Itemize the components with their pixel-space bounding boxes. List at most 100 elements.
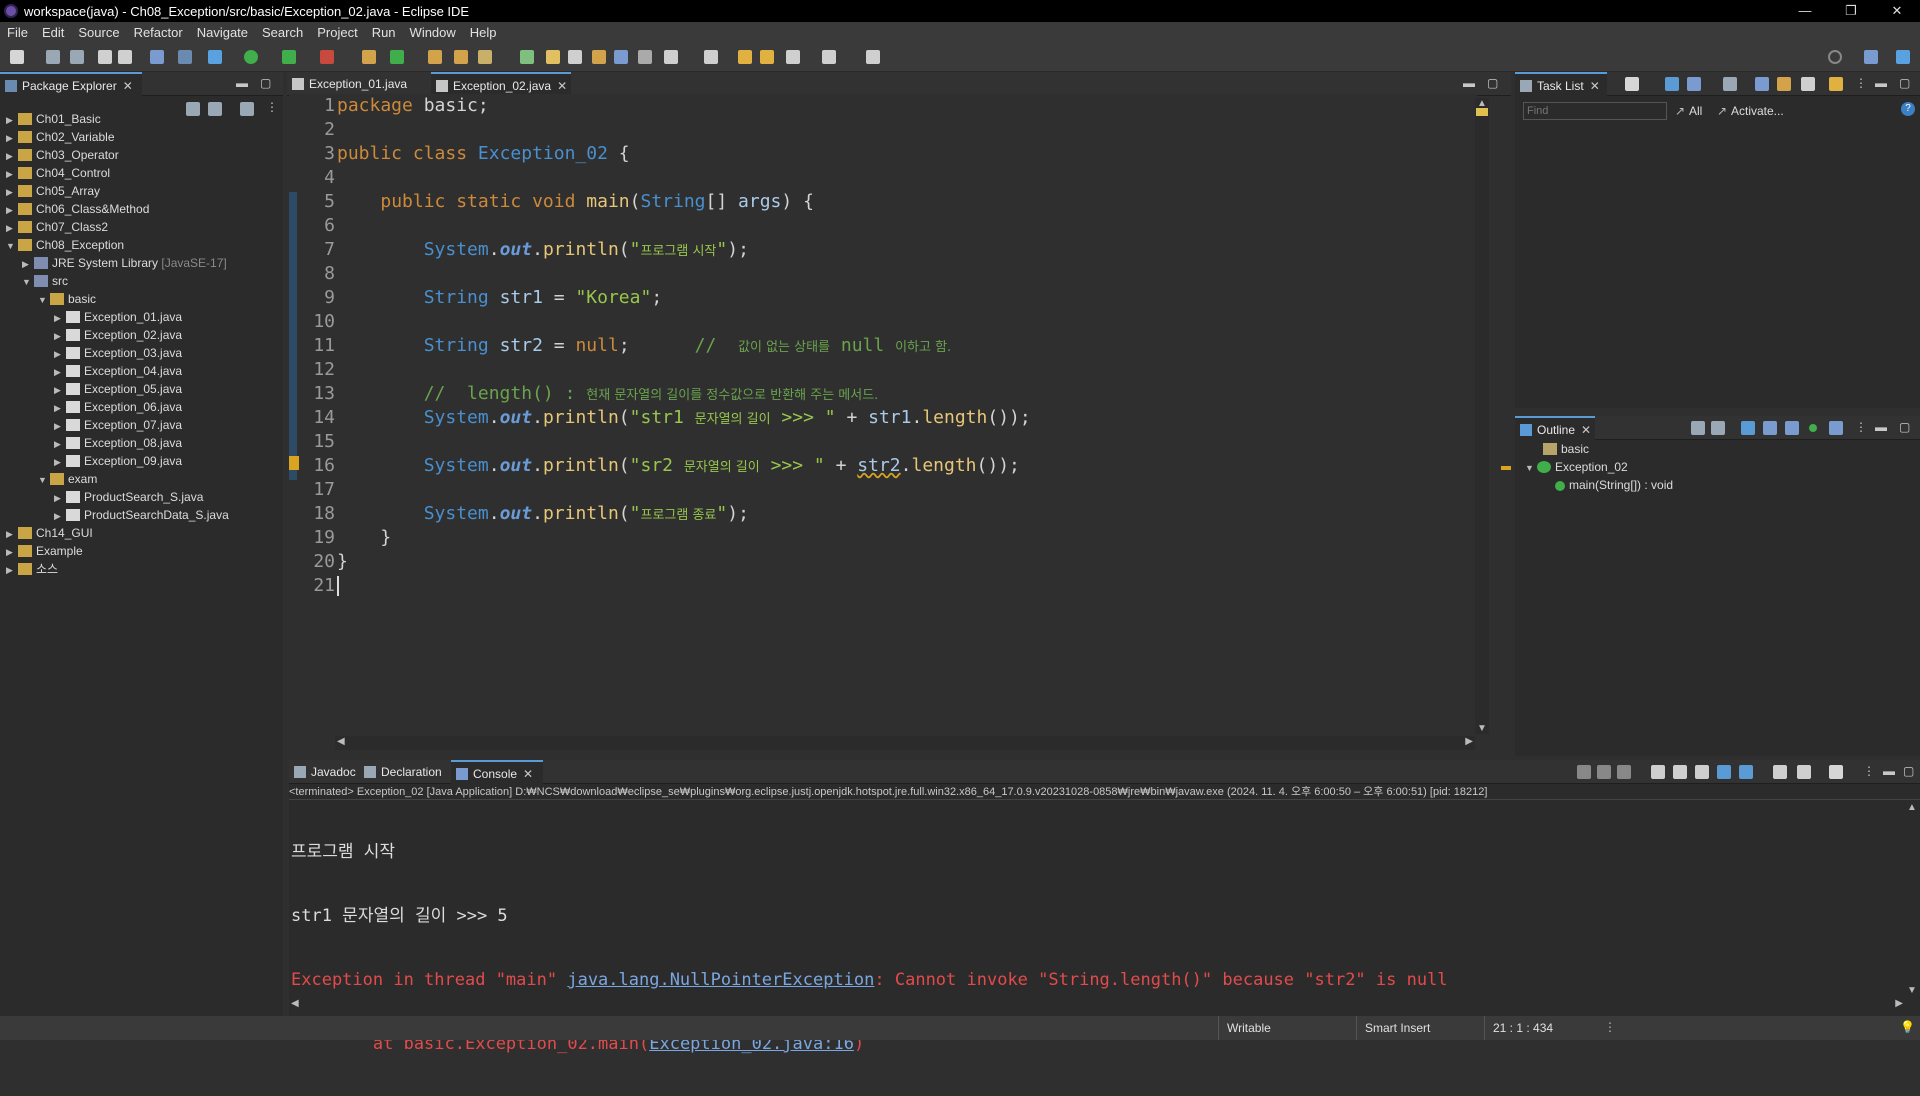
menu-search[interactable]: Search <box>255 25 310 40</box>
tree-item[interactable]: ▶ ProductSearch_S.java <box>54 488 203 506</box>
new-java-project-icon[interactable] <box>362 50 376 64</box>
chevron-down-icon[interactable]: ▼ <box>6 237 18 255</box>
activate-link[interactable]: Activate... <box>1731 104 1784 118</box>
chevron-right-icon[interactable]: ▶ <box>6 543 18 561</box>
close-icon[interactable]: ✕ <box>557 79 567 93</box>
tab-outline[interactable]: Outline ✕ <box>1515 416 1595 440</box>
tree-item[interactable]: ▶ Exception_09.java <box>54 452 182 470</box>
scheduled-icon[interactable] <box>1687 77 1701 91</box>
view-menu-icon[interactable]: ⋮ <box>1863 764 1875 778</box>
tree-item[interactable]: ▶ Ch03_Operator <box>6 146 119 164</box>
pin-console-icon[interactable] <box>1773 765 1787 779</box>
menu-file[interactable]: File <box>0 25 35 40</box>
maximize-icon[interactable]: ▢ <box>1487 76 1498 90</box>
tree-item[interactable]: ▶ Exception_01.java <box>54 308 182 326</box>
chevron-right-icon[interactable]: ▶ <box>6 183 18 201</box>
tree-item[interactable]: ▶ Exception_04.java <box>54 362 182 380</box>
maximize-icon[interactable]: ▢ <box>1899 420 1910 434</box>
hide-completed-icon[interactable] <box>1755 77 1769 91</box>
paragraph-icon[interactable] <box>638 50 652 64</box>
code-editor[interactable]: 1 2 3 4 5 6 7 8 9 10 11 12 13 14 15 16 17 18 19 20 21 packag… <box>289 94 1511 754</box>
back-icon[interactable] <box>760 50 774 64</box>
filter-icon[interactable] <box>240 102 254 116</box>
chevron-down-icon[interactable]: ▼ <box>38 471 50 489</box>
chevron-right-icon[interactable]: ▶ <box>54 399 66 417</box>
tree-item[interactable]: ▶ Exception_05.java <box>54 380 182 398</box>
chevron-right-icon[interactable]: ▶ <box>54 435 66 453</box>
minimize-icon[interactable]: ▬ <box>1883 764 1895 778</box>
chevron-down-icon[interactable]: ▼ <box>1525 459 1537 477</box>
open-perspective-icon[interactable] <box>1864 50 1878 64</box>
menu-refactor[interactable]: Refactor <box>127 25 190 40</box>
new-icon[interactable] <box>10 50 24 64</box>
chevron-right-icon[interactable]: ▶ <box>6 165 18 183</box>
tree-item[interactable]: ▶ Exception_08.java <box>54 434 182 452</box>
source-code[interactable]: package basic; public class Exception_02… <box>337 94 1031 596</box>
chevron-right-icon[interactable]: ▶ <box>54 345 66 363</box>
chevron-right-icon[interactable]: ▶ <box>54 327 66 345</box>
task-find-input[interactable] <box>1523 102 1667 120</box>
undo-icon[interactable] <box>98 50 112 64</box>
categorized-icon[interactable] <box>1665 77 1679 91</box>
chevron-right-icon[interactable]: ▶ <box>54 309 66 327</box>
menu-window[interactable]: Window <box>403 25 463 40</box>
chevron-right-icon[interactable]: ▶ <box>6 129 18 147</box>
scroll-down-icon[interactable]: ▼ <box>1477 723 1487 734</box>
open-type-icon[interactable] <box>428 50 442 64</box>
focus-icon[interactable] <box>1723 77 1737 91</box>
terminal-icon[interactable] <box>150 50 164 64</box>
chevron-right-icon[interactable]: ▶ <box>6 111 18 129</box>
maximize-icon[interactable]: ▢ <box>1903 764 1914 778</box>
menu-source[interactable]: Source <box>71 25 126 40</box>
outline-package[interactable]: basic <box>1543 440 1589 458</box>
back-arrow-icon[interactable] <box>786 50 800 64</box>
exception-link[interactable]: java.lang.NullPointerException <box>567 970 874 990</box>
maximize-icon[interactable]: ▢ <box>1899 76 1910 90</box>
collapse-icon[interactable] <box>1691 421 1705 435</box>
chevron-right-icon[interactable]: ▶ <box>54 507 66 525</box>
last-edit-icon[interactable] <box>738 50 752 64</box>
scroll-left-icon[interactable]: ◀ <box>291 998 299 1009</box>
close-icon[interactable]: ✕ <box>523 767 533 781</box>
skip-breakpoints-icon[interactable] <box>178 50 192 64</box>
chevron-right-icon[interactable]: ▶ <box>54 453 66 471</box>
show-whitespace-icon[interactable] <box>614 50 628 64</box>
menu-navigate[interactable]: Navigate <box>190 25 255 40</box>
new-class-icon[interactable] <box>390 50 404 64</box>
overview-marker[interactable] <box>1476 108 1488 116</box>
show-on-error-icon[interactable] <box>1739 765 1753 779</box>
overview-warning-marker[interactable] <box>1501 466 1511 470</box>
tree-item[interactable]: ▶ Ch04_Control <box>6 164 110 182</box>
java-perspective-icon[interactable] <box>1896 50 1910 64</box>
scroll-left-icon[interactable]: ◀ <box>337 736 345 747</box>
forward-arrow-icon[interactable] <box>822 50 836 64</box>
tree-item[interactable]: ▶ ProductSearchData_S.java <box>54 506 229 524</box>
tree-item[interactable]: ▶ Ch01_Basic <box>6 110 101 128</box>
scroll-lock-icon[interactable] <box>1673 765 1687 779</box>
tab-exception-01[interactable]: Exception_01.java <box>287 72 429 96</box>
debug-icon[interactable] <box>208 50 222 64</box>
tree-item[interactable]: ▶ Example <box>6 542 83 560</box>
terminate-icon[interactable] <box>1577 765 1591 779</box>
console-output[interactable]: 프로그램 시작 str1 문자열의 길이 >>> 5 Exception in … <box>291 800 1448 1096</box>
minimize-button[interactable]: — <box>1782 0 1828 22</box>
menu-run[interactable]: Run <box>365 25 403 40</box>
public-filter-icon[interactable] <box>1809 424 1817 432</box>
tree-item[interactable]: ▶ Ch07_Class2 <box>6 218 108 236</box>
chevron-down-icon[interactable]: ▼ <box>38 291 50 309</box>
scroll-down-icon[interactable]: ▼ <box>1907 985 1917 996</box>
chevron-right-icon[interactable]: ▶ <box>54 489 66 507</box>
synchronize-icon[interactable] <box>1829 77 1843 91</box>
external-tools-icon[interactable] <box>320 50 334 64</box>
minimize-icon[interactable]: ▬ <box>236 76 248 90</box>
tab-console[interactable]: Console ✕ <box>451 760 543 784</box>
maximize-icon[interactable]: ▢ <box>260 76 271 90</box>
tree-item[interactable]: ▶ JRE System Library [JavaSE-17] <box>22 254 227 272</box>
hide-local-icon[interactable] <box>1829 421 1843 435</box>
close-button[interactable]: ✕ <box>1874 0 1920 22</box>
chevron-right-icon[interactable]: ▶ <box>6 219 18 237</box>
prev-annotation-icon[interactable] <box>704 50 718 64</box>
tree-item[interactable]: ▼ Ch08_Exception <box>6 236 124 254</box>
coverage-icon[interactable] <box>282 50 296 64</box>
sort-icon[interactable] <box>1711 421 1725 435</box>
